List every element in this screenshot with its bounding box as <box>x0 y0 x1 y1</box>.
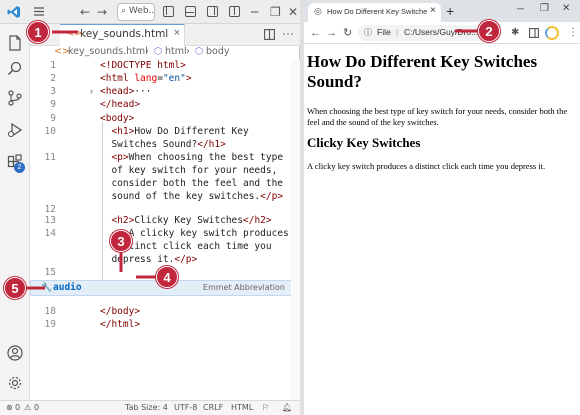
screenshot: ← → ⌕ Web... ─ ❐ ✕ 2 <> key_sounds.html <box>0 0 580 415</box>
callout-1: 1 <box>27 21 49 43</box>
callout-3: 3 <box>110 230 132 252</box>
callout-arrows <box>26 29 478 290</box>
callout-2: 2 <box>478 20 500 42</box>
callout-5: 5 <box>4 277 26 299</box>
callout-4: 4 <box>156 266 178 288</box>
